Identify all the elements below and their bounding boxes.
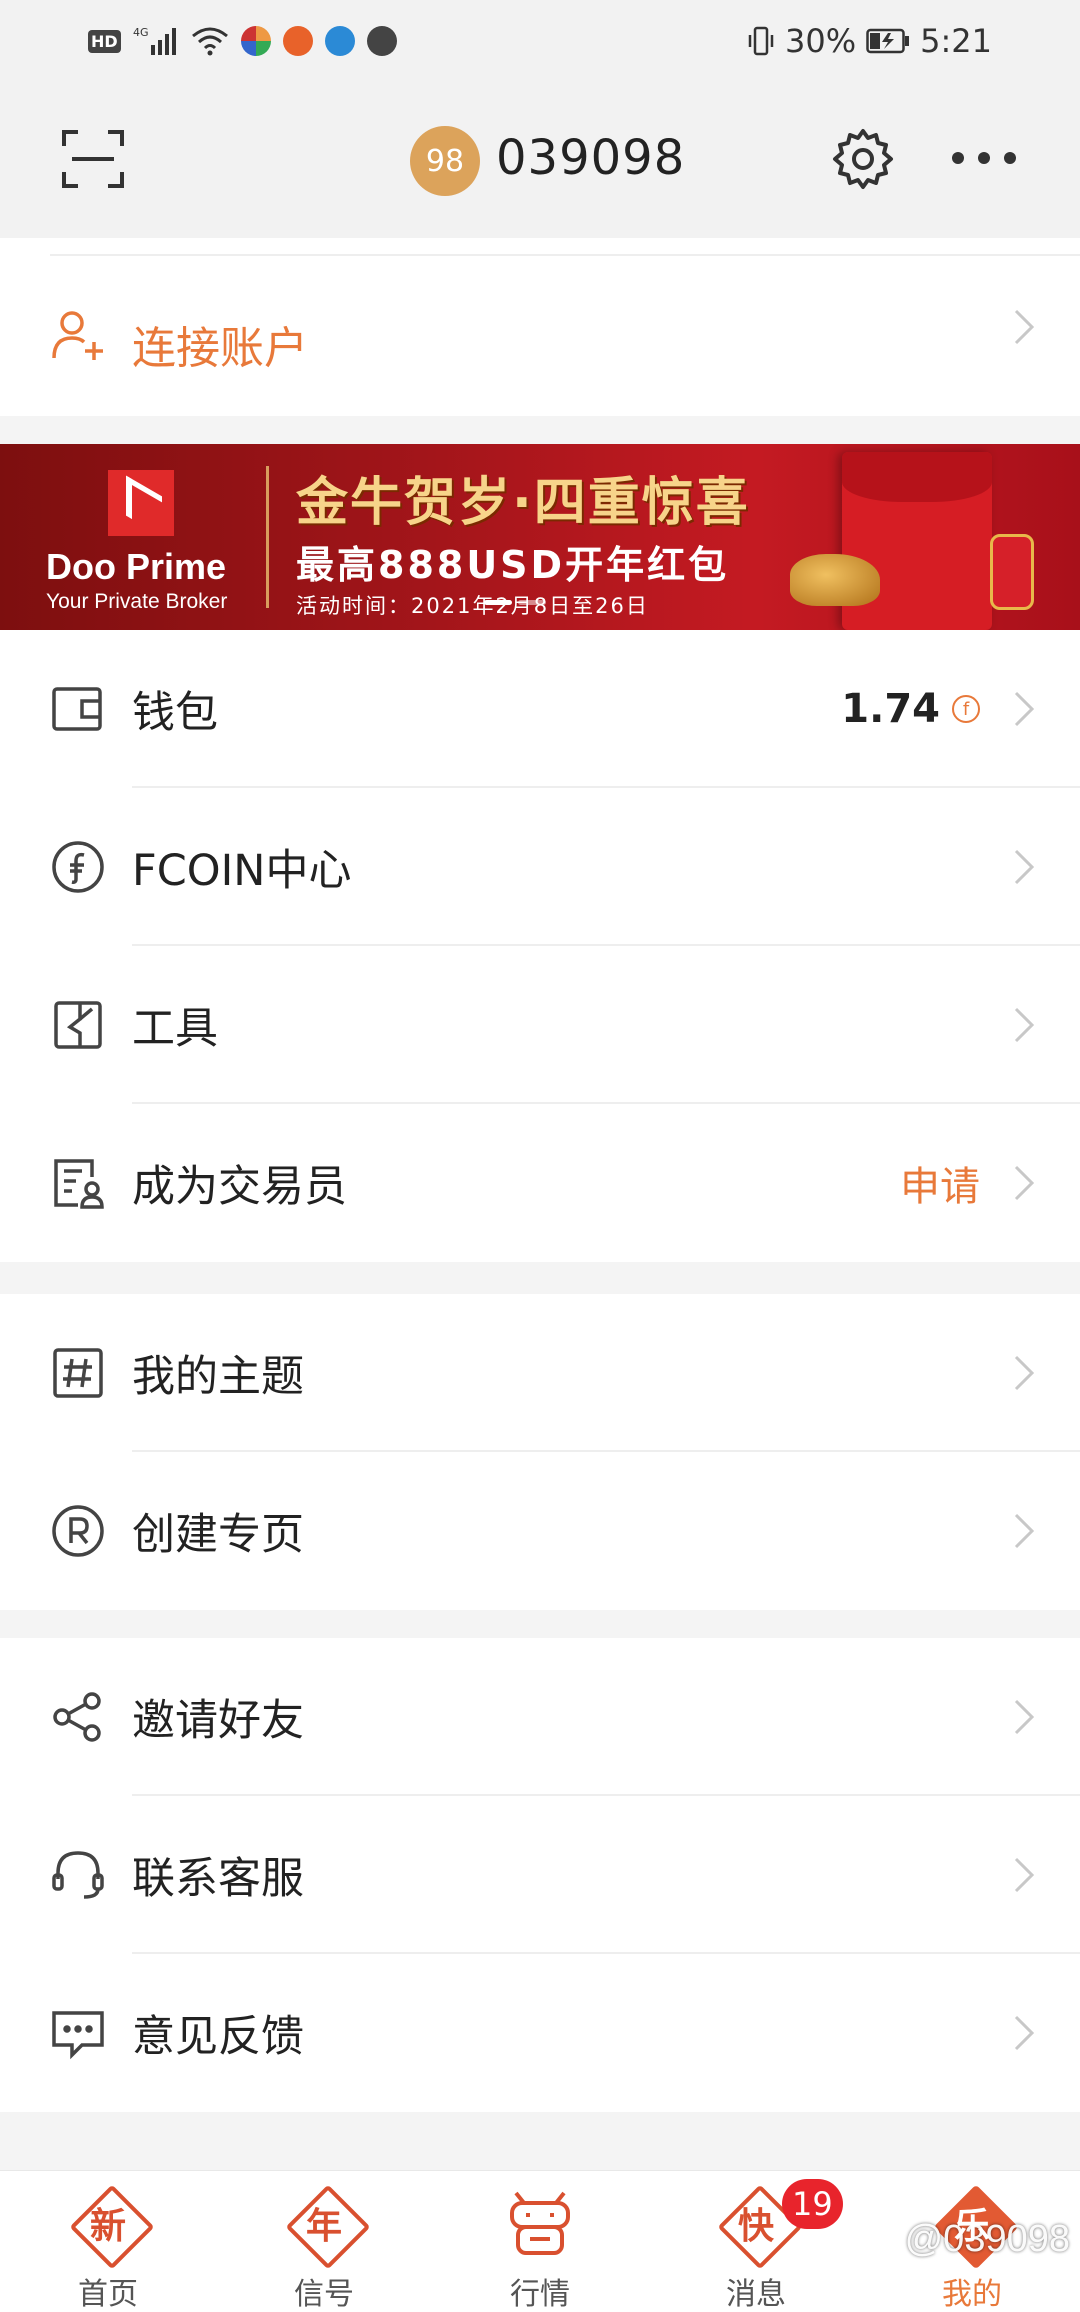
lantern-image — [990, 534, 1034, 610]
app-notification-icon — [240, 26, 271, 56]
more-icon[interactable] — [952, 152, 1016, 164]
connect-account-label: 连接账户 — [132, 323, 308, 374]
banner-subtitle: 最高888USD开年红包 — [296, 543, 730, 587]
status-bar: HD 4G 30% 5:21 — [0, 0, 1080, 82]
chevron-right-icon — [1010, 1353, 1038, 1393]
chevron-right-icon — [1010, 1163, 1038, 1203]
wallet-label: 钱包 — [132, 688, 218, 738]
nav-market[interactable]: 行情 — [432, 2171, 648, 2312]
feedback-label: 意见反馈 — [132, 2012, 304, 2062]
chevron-right-icon — [1010, 1855, 1038, 1895]
banner-pager — [484, 600, 546, 605]
headset-icon — [50, 1847, 106, 1903]
create-page-row[interactable]: 创建专页 — [0, 1452, 1080, 1610]
chevron-right-icon — [1010, 689, 1038, 729]
add-user-icon — [50, 308, 106, 364]
clock: 5:21 — [920, 22, 992, 60]
chevron-right-icon — [1010, 1511, 1038, 1551]
fcoin-center-row[interactable]: FCOIN中心 — [0, 788, 1080, 946]
gear-icon[interactable] — [830, 126, 896, 192]
feedback-icon — [50, 2005, 106, 2061]
wallet-balance: 1.74 f — [841, 686, 980, 732]
nav-messages[interactable]: 快 19 消息 — [648, 2171, 864, 2312]
tools-row[interactable]: 工具 — [0, 946, 1080, 1104]
wifi-icon — [191, 26, 229, 56]
trader-icon — [50, 1155, 106, 1211]
invite-friends-label: 邀请好友 — [132, 1696, 304, 1746]
contact-support-row[interactable]: 联系客服 — [0, 1796, 1080, 1954]
share-icon — [50, 1689, 106, 1745]
fcoin-icon: f — [952, 695, 980, 723]
cellular-signal-icon: 4G — [133, 25, 179, 57]
create-page-label: 创建专页 — [132, 1510, 304, 1560]
golden-bull-image — [790, 554, 880, 606]
chevron-right-icon — [1010, 1697, 1038, 1737]
registered-icon — [50, 1503, 106, 1559]
messages-icon: 快 — [720, 2187, 792, 2259]
nav-label: 首页 — [78, 2277, 138, 2312]
tools-label: 工具 — [132, 1004, 218, 1054]
become-trader-row[interactable]: 成为交易员 申请 — [0, 1104, 1080, 1262]
menu-group-2: 我的主题 创建专页 — [0, 1294, 1080, 1610]
app-notification-icon — [366, 26, 397, 56]
promo-banner[interactable]: Doo Prime Your Private Broker 金牛贺岁·四重惊喜 … — [0, 444, 1080, 630]
username[interactable]: 039098 — [496, 130, 685, 186]
banner-brand-sub: Your Private Broker — [46, 590, 228, 613]
vibrate-icon — [747, 25, 775, 57]
battery-percent: 30% — [785, 22, 857, 60]
status-left: HD 4G — [88, 25, 397, 57]
tools-icon — [50, 997, 106, 1053]
menu-group-3: 邀请好友 联系客服 意见反馈 — [0, 1638, 1080, 2112]
nav-signals[interactable]: 年 信号 — [216, 2171, 432, 2312]
hd-badge: HD — [88, 29, 121, 53]
chevron-right-icon — [1010, 2013, 1038, 2053]
app-notification-icon — [282, 26, 313, 56]
apply-link[interactable]: 申请 — [900, 1154, 980, 1212]
chevron-right-icon — [1010, 307, 1038, 347]
nav-label: 信号 — [294, 2277, 354, 2312]
profile-header: 98 039098 — [0, 82, 1080, 238]
chevron-right-icon — [1010, 847, 1038, 887]
signals-icon: 年 — [288, 2187, 360, 2259]
my-topics-label: 我的主题 — [132, 1352, 304, 1402]
scan-icon[interactable] — [60, 126, 126, 192]
svg-text:4G: 4G — [133, 26, 149, 39]
unread-badge: 19 — [782, 2179, 843, 2229]
nav-label: 我的 — [942, 2277, 1002, 2312]
hashtag-icon — [50, 1345, 106, 1401]
fcoin-center-label: FCOIN中心 — [132, 846, 352, 896]
become-trader-label: 成为交易员 — [132, 1162, 347, 1212]
nav-label: 行情 — [510, 2277, 570, 2312]
my-topics-row[interactable]: 我的主题 — [0, 1294, 1080, 1452]
wallet-row[interactable]: 钱包 1.74 f — [0, 630, 1080, 788]
banner-date: 活动时间：2021年2月8日至26日 — [296, 594, 649, 618]
doo-prime-logo — [108, 470, 174, 536]
chevron-right-icon — [1010, 1005, 1038, 1045]
banner-headline: 金牛贺岁·四重惊喜 — [296, 473, 750, 533]
nav-label: 消息 — [726, 2277, 786, 2312]
home-icon: 新 — [72, 2187, 144, 2259]
fcoin-icon — [50, 839, 106, 895]
avatar[interactable]: 98 — [410, 126, 480, 196]
status-right: 30% 5:21 — [747, 22, 992, 60]
app-notification-icon — [324, 26, 355, 56]
banner-brand: Doo Prime — [46, 546, 227, 587]
menu-group-1: 钱包 1.74 f FCOIN中心 工具 成为交易员 申请 — [0, 630, 1080, 1262]
invite-friends-row[interactable]: 邀请好友 — [0, 1638, 1080, 1796]
market-robot-icon — [502, 2183, 578, 2259]
battery-charging-icon — [866, 28, 910, 54]
connect-account-row[interactable]: 连接账户 — [0, 238, 1080, 416]
nav-home[interactable]: 新 首页 — [0, 2171, 216, 2312]
contact-support-label: 联系客服 — [132, 1854, 304, 1904]
wallet-icon — [50, 681, 106, 737]
banner-separator — [266, 466, 269, 608]
divider — [50, 254, 1080, 256]
wallet-balance-value: 1.74 — [841, 686, 940, 732]
feedback-row[interactable]: 意见反馈 — [0, 1954, 1080, 2112]
